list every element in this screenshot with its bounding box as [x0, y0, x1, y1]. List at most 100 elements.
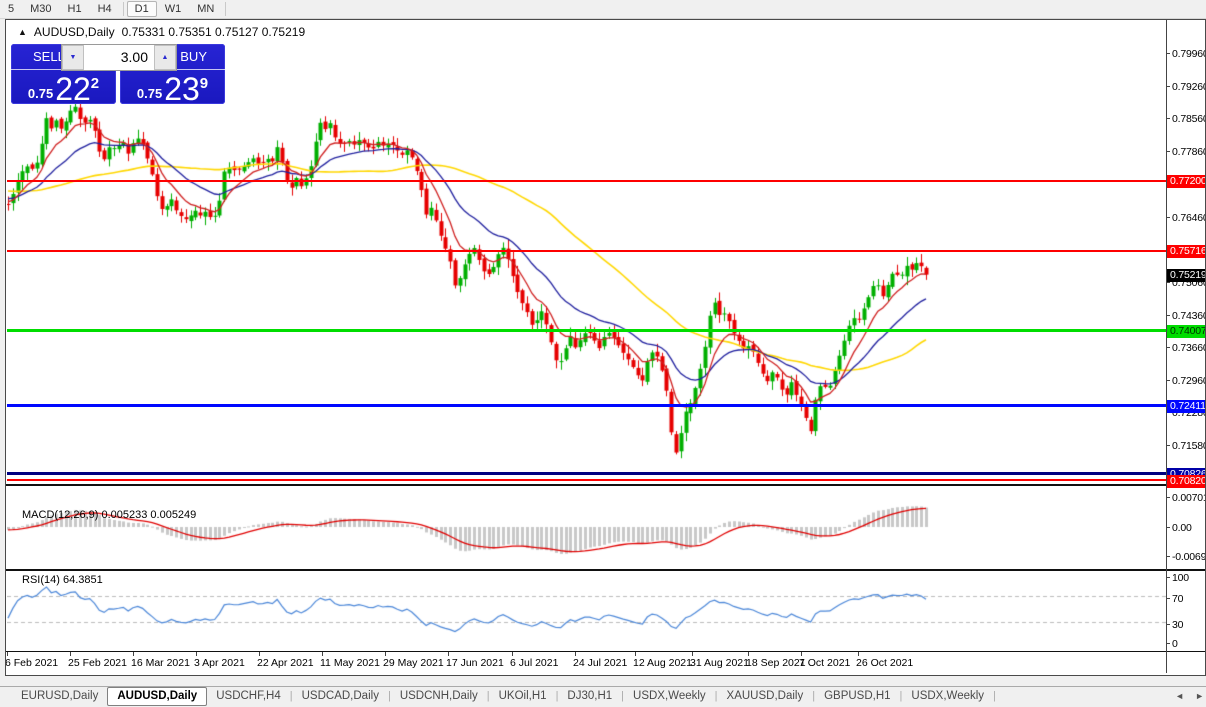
price-axis-tick-label: 0.72960: [1172, 374, 1205, 387]
price-axis-tick: 0.76460: [1166, 211, 1205, 224]
time-axis-tick-label: 26 Oct 2021: [856, 657, 914, 669]
time-axis-tick: [801, 652, 802, 656]
time-axis-tick: [196, 652, 197, 656]
tick-mark: [1166, 151, 1170, 152]
tick-mark: [1166, 624, 1170, 625]
pane-separator[interactable]: [6, 484, 1205, 486]
chart-title: ▲ AUDUSD,Daily 0.75331 0.75351 0.75127 0…: [18, 25, 305, 39]
price-axis-tick: 0.71580: [1166, 439, 1205, 452]
tab-scroll-arrows: ◄ ►: [1175, 687, 1204, 705]
symbol-name: AUDUSD,Daily: [33, 25, 115, 39]
timeframe-button-d1[interactable]: D1: [126, 1, 157, 17]
tab-dj30-h1[interactable]: DJ30,H1: [558, 688, 621, 704]
timeframe-button-w1[interactable]: W1: [157, 1, 190, 17]
lot-decrease-button[interactable]: ▼: [62, 45, 84, 70]
level-line[interactable]: [7, 180, 1166, 182]
timeframe-button-h1[interactable]: H1: [60, 1, 90, 17]
price-axis-tick-label: 0.77860: [1172, 145, 1205, 158]
mt4-application: 5 M30 H1 H4 D1 W1 MN 0.79960 0.79260 0.78560 0.77…: [0, 0, 1206, 707]
timeframe-toolbar: 5 M30 H1 H4 D1 W1 MN: [0, 0, 1206, 19]
tab-separator: |: [993, 690, 996, 702]
price-axis-tick: 0.73660: [1166, 341, 1205, 354]
pane-separator[interactable]: [6, 569, 1205, 571]
tick-mark: [1166, 282, 1170, 283]
macd-axis-tick-label: 0.007015: [1172, 491, 1205, 504]
tab-audusd-daily[interactable]: AUDUSD,Daily: [107, 686, 208, 706]
lot-size-spinner: ▼ 3.00 ▲: [61, 44, 177, 71]
tick-mark: [1166, 86, 1170, 87]
lot-increase-button[interactable]: ▲: [154, 45, 176, 70]
tab-gbpusd-h1[interactable]: GBPUSD,H1: [815, 688, 899, 704]
price-axis-tick-label: 0.71580: [1172, 439, 1205, 452]
timeframe-button-m30[interactable]: M30: [22, 1, 59, 17]
collapse-arrow-icon[interactable]: ▲: [18, 27, 27, 37]
tick-mark: [1166, 315, 1170, 316]
tick-mark: [1166, 577, 1170, 578]
price-axis-tick-label: 0.78560: [1172, 112, 1205, 125]
macd-axis-tick: -0.00692: [1166, 550, 1205, 563]
rsi-axis-tick: 0: [1166, 637, 1178, 650]
one-click-trade-panel: SELL 0.75 22 2 BUY 0.75 23 9 ▼ 3.00 ▲: [11, 44, 225, 107]
tick-mark: [1166, 347, 1170, 348]
chart-tab-bar: EURUSD,Daily AUDUSD,Daily USDCHF,H4 | USDCAD…: [0, 686, 1206, 706]
price-axis-tick: 0.79960: [1166, 47, 1205, 60]
pane-separator[interactable]: [6, 651, 1205, 652]
tick-mark: [1166, 380, 1170, 381]
time-axis-tick-label: 29 May 2021: [383, 657, 444, 669]
level-line[interactable]: [7, 472, 1166, 475]
tab-usdcad-daily[interactable]: USDCAD,Daily: [293, 688, 388, 704]
rsi-axis-tick-label: 70: [1172, 592, 1184, 605]
tab-xauusd-daily[interactable]: XAUUSD,Daily: [718, 688, 813, 704]
timeframe-button-5[interactable]: 5: [0, 1, 22, 17]
rsi-axis-tick-label: 30: [1172, 618, 1184, 631]
tab-usdchf-h4[interactable]: USDCHF,H4: [207, 688, 290, 704]
time-axis-tick-label: 17 Jun 2021: [446, 657, 504, 669]
rsi-axis-tick: 70: [1166, 592, 1183, 605]
time-axis-tick-label: 24 Jul 2021: [573, 657, 628, 669]
scroll-left-icon[interactable]: ◄: [1175, 691, 1184, 701]
rsi-pane-canvas[interactable]: [7, 571, 1166, 651]
time-axis-tick-label: 22 Apr 2021: [257, 657, 314, 669]
buy-price-big: 23: [164, 71, 200, 107]
tab-usdx-weekly[interactable]: USDX,Weekly: [624, 688, 715, 704]
time-axis-tick-label: 25 Feb 2021: [68, 657, 127, 669]
timeframe-button-h4[interactable]: H4: [90, 1, 120, 17]
price-level-badge: 0.75219: [1167, 269, 1205, 282]
price-level-badge: 0.74007: [1167, 325, 1205, 338]
price-axis-tick-label: 0.74360: [1172, 309, 1205, 322]
price-axis-tick: 0.79260: [1166, 80, 1205, 93]
tab-usdx-weekly[interactable]: USDX,Weekly: [902, 688, 993, 704]
price-axis-tick-label: 0.73660: [1172, 341, 1205, 354]
rsi-axis-tick: 30: [1166, 618, 1183, 631]
time-axis-tick-label: 3 Apr 2021: [194, 657, 245, 669]
level-line[interactable]: [7, 479, 1166, 481]
time-axis-tick-label: 31 Aug 2021: [690, 657, 749, 669]
chevron-down-icon: ▼: [69, 54, 77, 61]
timeframe-button-mn[interactable]: MN: [189, 1, 222, 17]
rsi-indicator-label: RSI(14) 64.3851: [22, 574, 103, 586]
lot-size-input[interactable]: 3.00: [84, 45, 154, 70]
time-axis-tick-label: 11 May 2021: [320, 657, 380, 669]
tab-eurusd-daily[interactable]: EURUSD,Daily: [12, 688, 107, 704]
time-axis-tick: [385, 652, 386, 656]
level-line[interactable]: [7, 329, 1166, 332]
price-level-badge: 0.75716: [1167, 245, 1205, 258]
tab-usdcnh-daily[interactable]: USDCNH,Daily: [391, 688, 487, 704]
price-axis-tick-label: 0.76460: [1172, 211, 1205, 224]
macd-pane-canvas[interactable]: [7, 486, 1166, 569]
time-axis-tick-label: 6 Jul 2021: [510, 657, 559, 669]
sell-price-sup: 2: [90, 75, 100, 92]
tick-mark: [1166, 527, 1170, 528]
tab-ukoil-h1[interactable]: UKOil,H1: [490, 688, 556, 704]
toolbar-separator: [122, 2, 124, 16]
tick-mark: [1166, 643, 1170, 644]
tick-mark: [1166, 598, 1170, 599]
scroll-right-icon[interactable]: ►: [1195, 691, 1204, 701]
level-line[interactable]: [7, 404, 1166, 407]
time-axis-tick-label: 18 Sep 2021: [746, 657, 806, 669]
rsi-axis-tick-label: 100: [1172, 571, 1189, 584]
price-axis-tick: 0.74360: [1166, 309, 1205, 322]
level-line[interactable]: [7, 250, 1166, 252]
price-axis-tick-label: 0.79260: [1172, 80, 1205, 93]
time-axis-tick-label: 7 Oct 2021: [799, 657, 851, 669]
